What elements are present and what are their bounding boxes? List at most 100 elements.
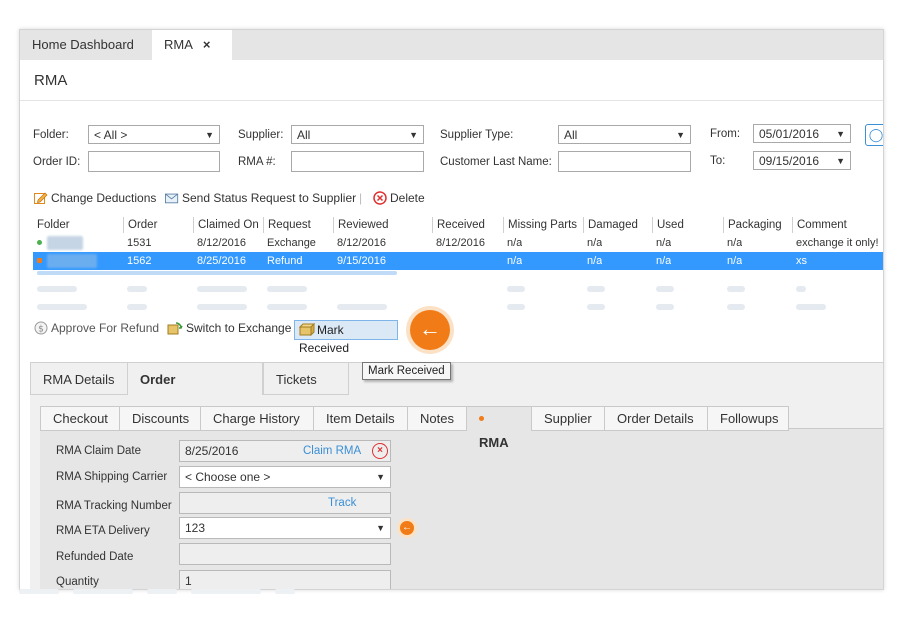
folder-cell xyxy=(47,254,97,268)
col-header-folder[interactable]: Folder xyxy=(33,217,123,233)
cell-comment: xs xyxy=(796,255,807,267)
supplier-label: Supplier: xyxy=(238,129,284,141)
approve-refund-button[interactable]: $ Approve For Refund xyxy=(34,321,159,335)
cell-comment: exchange it only! xyxy=(796,237,879,249)
folder-cell xyxy=(47,236,83,250)
blurred-content xyxy=(197,286,247,292)
exchange-box-icon xyxy=(167,322,183,335)
tracking-number-field[interactable]: Track xyxy=(179,492,391,514)
supplier-type-select[interactable]: All ▼ xyxy=(558,125,691,144)
quantity-field[interactable]: 1 xyxy=(179,570,391,589)
tab-rma[interactable]: RMA × xyxy=(152,30,232,60)
blurred-content xyxy=(796,304,826,310)
order-id-label: Order ID: xyxy=(33,156,81,168)
tab-checkout[interactable]: Checkout xyxy=(40,406,120,431)
change-deductions-button[interactable]: Change Deductions xyxy=(34,191,156,205)
chevron-down-icon: ▼ xyxy=(376,472,385,482)
col-header-order[interactable]: Order xyxy=(123,217,193,233)
blurred-content xyxy=(727,304,745,310)
tab-rma-details[interactable]: RMA Details xyxy=(30,362,128,395)
delete-circle-icon xyxy=(373,191,387,205)
tooltip: Mark Received xyxy=(362,362,451,380)
chevron-down-icon: ▼ xyxy=(376,523,385,533)
tab-notes[interactable]: Notes xyxy=(407,406,467,431)
tab-order-details[interactable]: Order Details xyxy=(604,406,708,431)
claim-rma-link[interactable]: Claim RMA xyxy=(303,441,361,461)
col-header-reviewed[interactable]: Reviewed xyxy=(333,217,432,233)
shipping-carrier-select[interactable]: < Choose one > ▼ xyxy=(179,466,391,488)
tab-supplier[interactable]: Supplier xyxy=(531,406,605,431)
to-date-select[interactable]: 09/15/2016 ▼ xyxy=(753,151,851,170)
col-header-received[interactable]: Received xyxy=(432,217,503,233)
blurred-content xyxy=(656,286,674,292)
col-header-damaged[interactable]: Damaged xyxy=(583,217,652,233)
tab-tickets[interactable]: Tickets (0) xyxy=(263,362,349,420)
blurred-content xyxy=(267,286,307,292)
divider xyxy=(20,100,883,101)
send-status-request-button[interactable]: Send Status Request to Supplier xyxy=(165,191,356,205)
clear-icon[interactable]: × xyxy=(372,443,388,459)
status-dot-icon xyxy=(37,240,42,245)
blurred-content xyxy=(727,286,745,292)
tracking-number-label: RMA Tracking Number xyxy=(56,500,172,512)
dollar-circle-icon: $ xyxy=(34,321,48,335)
refunded-date-label: Refunded Date xyxy=(56,551,134,563)
status-square-icon xyxy=(37,258,42,263)
cell-received: 8/12/2016 xyxy=(436,237,485,249)
chevron-down-icon: ▼ xyxy=(205,130,214,140)
toolbar-separator: | xyxy=(359,191,363,205)
table-row-obscured xyxy=(33,280,883,298)
package-icon xyxy=(298,322,316,337)
chevron-down-icon: ▼ xyxy=(409,130,418,140)
close-icon[interactable]: × xyxy=(203,37,211,52)
search-button[interactable]: ◯ xyxy=(865,124,884,146)
order-id-input[interactable] xyxy=(88,151,220,172)
tab-rma[interactable]: RMA xyxy=(466,406,532,450)
blurred-content xyxy=(337,304,387,310)
from-label: From: xyxy=(710,128,741,140)
tab-discounts[interactable]: Discounts xyxy=(119,406,201,431)
refunded-date-field[interactable] xyxy=(179,543,391,565)
cell-used: n/a xyxy=(656,255,672,267)
tab-home-dashboard[interactable]: Home Dashboard xyxy=(20,30,162,60)
quantity-label: Quantity xyxy=(56,576,99,588)
cell-request: Refund xyxy=(267,255,303,267)
tab-charge-history[interactable]: Charge History xyxy=(200,406,314,431)
claim-date-label: RMA Claim Date xyxy=(56,445,141,457)
cell-order: 1562 xyxy=(127,255,152,267)
blurred-content xyxy=(507,286,525,292)
table-row[interactable]: 1531 8/12/2016 Exchange 8/12/2016 8/12/2… xyxy=(33,234,883,252)
svg-text:$: $ xyxy=(38,325,44,335)
tab-item-details[interactable]: Item Details xyxy=(313,406,408,431)
blurred-content xyxy=(127,286,147,292)
rma-number-input[interactable] xyxy=(291,151,424,172)
blurred-content xyxy=(267,304,307,310)
switch-to-exchange-button[interactable]: Switch to Exchange xyxy=(167,321,291,335)
col-header-packaging[interactable]: Packaging xyxy=(723,217,792,233)
delete-button[interactable]: Delete xyxy=(373,191,425,205)
track-link[interactable]: Track xyxy=(328,493,356,513)
tab-order-information[interactable]: Order Information xyxy=(127,362,263,420)
table-row-selected[interactable]: 1562 8/25/2016 Refund 9/15/2016 n/a n/a … xyxy=(33,252,883,270)
col-header-request[interactable]: Request xyxy=(263,217,333,233)
chevron-down-icon: ▼ xyxy=(676,130,685,140)
folder-label: Folder: xyxy=(33,129,69,141)
tab-followups[interactable]: Followups xyxy=(707,406,789,431)
cell-missing-parts: n/a xyxy=(507,237,523,249)
search-icon: ◯ xyxy=(868,127,884,142)
cell-claimed: 8/25/2016 xyxy=(197,255,246,267)
col-header-missing-parts[interactable]: Missing Parts xyxy=(503,217,583,233)
customer-last-name-input[interactable] xyxy=(558,151,691,172)
folder-select[interactable]: < All > ▼ xyxy=(88,125,220,144)
cell-claimed: 8/12/2016 xyxy=(197,237,246,249)
from-date-select[interactable]: 05/01/2016 ▼ xyxy=(753,124,851,143)
col-header-claimed-on[interactable]: Claimed On xyxy=(193,217,263,233)
faded-background-text xyxy=(19,589,319,601)
eta-delivery-select[interactable]: 123 ▼ xyxy=(179,517,391,539)
mark-received-button[interactable]: Mark Received xyxy=(294,320,398,355)
col-header-comment[interactable]: Comment xyxy=(792,217,883,233)
col-header-used[interactable]: Used xyxy=(652,217,723,233)
active-dot-icon xyxy=(479,416,484,421)
to-label: To: xyxy=(710,155,726,167)
supplier-select[interactable]: All ▼ xyxy=(291,125,424,144)
